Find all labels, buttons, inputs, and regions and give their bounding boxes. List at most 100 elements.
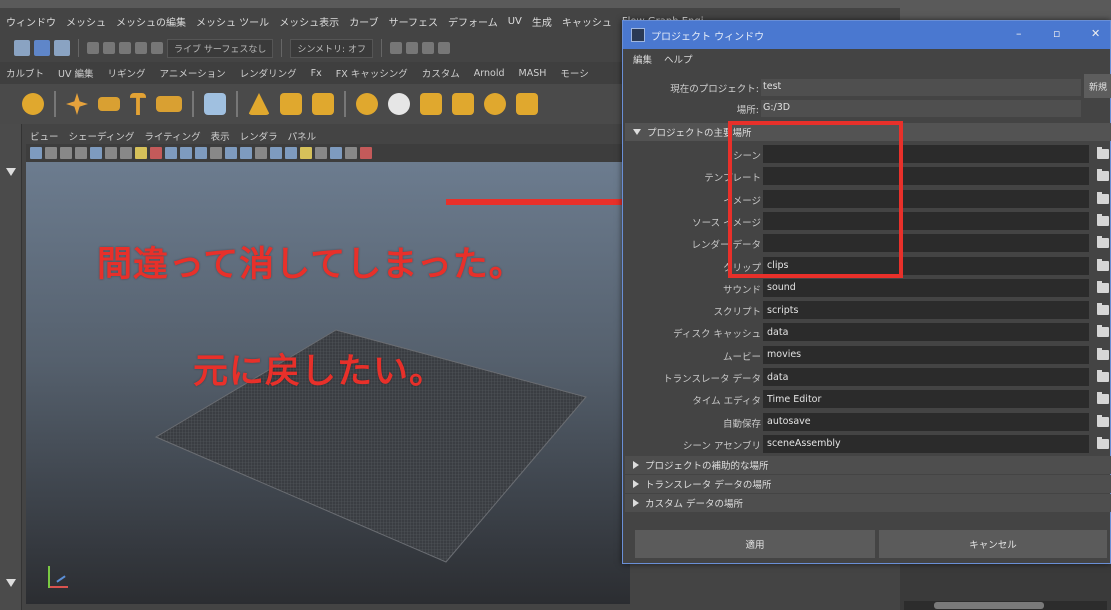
menu-window[interactable]: ウィンドウ xyxy=(6,14,56,29)
exposure-icon[interactable] xyxy=(330,147,342,159)
dialog-menu-edit[interactable]: 編集 xyxy=(633,52,652,66)
smooth-shade-icon[interactable] xyxy=(180,147,192,159)
nparticle-icon[interactable] xyxy=(312,93,334,115)
shelf-tab-motion[interactable]: モーシ xyxy=(560,66,588,80)
panel-menu-shading[interactable]: シェーディング xyxy=(69,129,135,143)
symmetry-dropdown[interactable]: シンメトリ: オフ xyxy=(290,38,373,58)
film-gate-icon[interactable] xyxy=(105,147,117,159)
minimize-icon[interactable]: – xyxy=(1016,27,1022,40)
calculator-icon[interactable] xyxy=(204,93,226,115)
color-management-icon[interactable] xyxy=(360,147,372,159)
depth-of-field-icon[interactable] xyxy=(315,147,327,159)
section-translator-locations[interactable]: トランスレータ データの場所 xyxy=(625,475,1111,493)
section-secondary-locations[interactable]: プロジェクトの補助的な場所 xyxy=(625,456,1111,474)
particle-icon[interactable] xyxy=(280,93,302,115)
new-project-button[interactable]: 新規 xyxy=(1084,74,1111,98)
folder-browse-icon[interactable] xyxy=(1097,347,1109,360)
lights-icon[interactable] xyxy=(210,147,222,159)
shadows-icon[interactable] xyxy=(225,147,237,159)
folder-browse-icon[interactable] xyxy=(1097,147,1109,159)
mesh-light-icon[interactable] xyxy=(98,97,120,111)
menu-mesh-tools[interactable]: メッシュ ツール xyxy=(196,14,269,29)
folder-browse-icon[interactable] xyxy=(1097,414,1109,427)
folder-browse-icon[interactable] xyxy=(1097,258,1109,271)
maximize-icon[interactable]: ▫ xyxy=(1053,27,1060,40)
pencil-icon[interactable] xyxy=(135,147,147,159)
dialog-titlebar[interactable]: プロジェクト ウィンドウ – ▫ ✕ xyxy=(623,21,1110,49)
collapse-arrow-icon[interactable] xyxy=(6,168,16,176)
wireframe-icon[interactable] xyxy=(165,147,177,159)
shelf-tab-custom[interactable]: カスタム xyxy=(422,66,460,80)
location-input[interactable] xyxy=(763,434,1089,453)
cancel-button[interactable]: キャンセル xyxy=(879,530,1107,558)
menu-curves[interactable]: カーブ xyxy=(349,14,378,29)
folder-browse-icon[interactable] xyxy=(1097,213,1109,226)
location-input[interactable] xyxy=(763,278,1089,297)
menu-edit-mesh[interactable]: メッシュの編集 xyxy=(116,14,186,29)
menu-mesh-display[interactable]: メッシュ表示 xyxy=(279,14,339,29)
panel-menu-show[interactable]: 表示 xyxy=(211,129,230,143)
location-field[interactable] xyxy=(761,100,1081,117)
close-icon[interactable]: ✕ xyxy=(1091,27,1100,40)
image-plane-icon[interactable] xyxy=(75,147,87,159)
camera-attributes-icon[interactable] xyxy=(45,147,57,159)
menu-generate[interactable]: 生成 xyxy=(532,14,552,29)
ncloth-icon[interactable] xyxy=(388,93,410,115)
effects-icon[interactable] xyxy=(484,93,506,115)
scrollbar-thumb[interactable] xyxy=(934,602,1044,609)
motion-blur-icon[interactable] xyxy=(285,147,297,159)
menu-surfaces[interactable]: サーフェス xyxy=(389,14,438,29)
location-input[interactable] xyxy=(763,301,1089,320)
grid-toggle-icon[interactable] xyxy=(90,147,102,159)
snap-grid-icon[interactable] xyxy=(87,42,99,54)
folder-browse-icon[interactable] xyxy=(1097,236,1109,249)
location-input[interactable] xyxy=(763,390,1089,409)
resolution-gate-icon[interactable] xyxy=(120,147,132,159)
camera-icon[interactable] xyxy=(30,147,42,159)
folder-browse-icon[interactable] xyxy=(1097,370,1109,382)
light-star-icon[interactable] xyxy=(66,93,88,115)
snap-view-icon[interactable] xyxy=(135,42,147,54)
location-input[interactable] xyxy=(763,323,1089,342)
folder-browse-icon[interactable] xyxy=(1097,191,1109,204)
menu-cache[interactable]: キャッシュ xyxy=(562,14,612,29)
snap-surface-icon[interactable] xyxy=(151,42,163,54)
dialog-menu-help[interactable]: ヘルプ xyxy=(664,52,693,66)
emitter-icon[interactable] xyxy=(248,93,270,115)
shelf-tab-uv[interactable]: UV 編集 xyxy=(58,66,93,80)
text-tool-icon[interactable] xyxy=(130,93,146,115)
section-custom-locations[interactable]: カスタム データの場所 xyxy=(625,494,1111,512)
panel-menu-panels[interactable]: パネル xyxy=(288,129,317,143)
shelf-tab-rendering[interactable]: レンダリング xyxy=(240,66,297,80)
fluid-icon[interactable] xyxy=(356,93,378,115)
folder-browse-icon[interactable] xyxy=(1097,325,1109,338)
panel-menu-lighting[interactable]: ライティング xyxy=(144,129,200,143)
menu-deform[interactable]: デフォーム xyxy=(448,14,498,29)
shelf-tab-arnold[interactable]: Arnold xyxy=(474,68,505,79)
shelf-tab-fx-caching[interactable]: FX キャッシング xyxy=(336,66,408,80)
grid-icon[interactable] xyxy=(516,93,538,115)
folder-browse-icon[interactable] xyxy=(1097,436,1109,449)
anti-aliasing-icon[interactable] xyxy=(300,147,312,159)
hypershade-icon[interactable] xyxy=(437,42,450,54)
render-icon[interactable] xyxy=(389,42,402,54)
folder-browse-icon[interactable] xyxy=(1097,169,1109,182)
paint-select-icon[interactable] xyxy=(54,40,70,56)
snap-point-icon[interactable] xyxy=(119,42,131,54)
textured-icon[interactable] xyxy=(195,147,207,159)
lasso-tool-icon[interactable] xyxy=(34,40,50,56)
shelf-tab-rigging[interactable]: リギング xyxy=(108,66,146,80)
render-ipr-icon[interactable] xyxy=(405,42,418,54)
snap-curve-icon[interactable] xyxy=(103,42,115,54)
panel-menu-renderer[interactable]: レンダラ xyxy=(240,129,278,143)
apply-button[interactable]: 適用 xyxy=(635,530,875,558)
menu-mesh[interactable]: メッシュ xyxy=(66,14,106,29)
location-input[interactable] xyxy=(763,412,1089,431)
menu-uv[interactable]: UV xyxy=(508,16,522,27)
live-surface-dropdown[interactable]: ライブ サーフェスなし xyxy=(167,38,274,58)
horizontal-scrollbar[interactable] xyxy=(904,601,1107,610)
render-settings-icon[interactable] xyxy=(421,42,434,54)
select-tool-icon[interactable] xyxy=(14,40,30,56)
current-project-field[interactable] xyxy=(761,79,1081,96)
folder-browse-icon[interactable] xyxy=(1097,280,1109,293)
